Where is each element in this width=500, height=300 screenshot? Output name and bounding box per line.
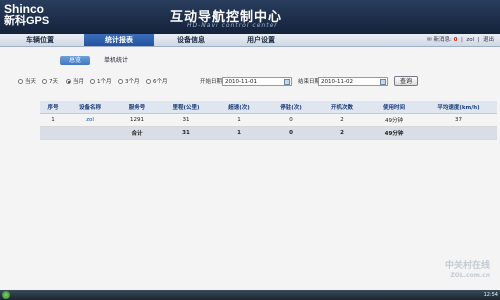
- device-name-link[interactable]: zol: [66, 113, 114, 127]
- radio-dot[interactable]: [118, 79, 123, 84]
- column-header: 开机次数: [316, 101, 368, 114]
- os-taskbar: 12:54: [0, 290, 500, 300]
- cell: 49分钟: [368, 126, 420, 140]
- calendar-icon[interactable]: [380, 79, 386, 85]
- message-count: 0: [453, 37, 458, 43]
- cell: 0: [266, 126, 316, 140]
- end-date-field[interactable]: 2010-11-02: [318, 77, 388, 86]
- range-today[interactable]: 当天: [18, 78, 36, 86]
- total-label: 合计: [114, 126, 160, 140]
- table-header-row: 序号 设备名称 服务号 里程(公里) 超速(次) 停驻(次) 开机次数 使用时间…: [40, 101, 497, 114]
- message-icon[interactable]: ✉: [427, 37, 432, 43]
- radio-dot-selected[interactable]: [66, 79, 71, 84]
- range-label: 1个月: [97, 79, 112, 85]
- column-header: 停驻(次): [266, 101, 316, 114]
- tab-single-device[interactable]: 单机统计: [96, 56, 136, 65]
- statistics-table: 序号 设备名称 服务号 里程(公里) 超速(次) 停驻(次) 开机次数 使用时间…: [40, 101, 497, 140]
- cell: 49分钟: [368, 113, 420, 127]
- range-1month[interactable]: 1个月: [90, 78, 112, 86]
- start-date-value: 2010-11-01: [225, 79, 257, 85]
- range-label: 3个月: [125, 79, 140, 85]
- messages-link[interactable]: 新消息: [434, 37, 451, 43]
- range-label: 6个月: [153, 79, 168, 85]
- end-date-value: 2010-11-02: [321, 79, 353, 85]
- cell: 2: [316, 113, 368, 127]
- column-header: 里程(公里): [160, 101, 212, 114]
- nav-user-settings[interactable]: 用户设置: [230, 34, 292, 46]
- cell: 37: [420, 113, 497, 127]
- column-header: 使用时间: [368, 101, 420, 114]
- cell: [420, 126, 497, 140]
- column-header: 序号: [40, 101, 66, 114]
- start-date-label: 开始日期: [200, 79, 223, 85]
- cell: 2: [316, 126, 368, 140]
- username: zol: [466, 37, 475, 43]
- watermark: 中关村在线 ZOL.com.cn: [445, 262, 490, 280]
- cell: 1: [212, 126, 266, 140]
- nav-device-info[interactable]: 设备信息: [160, 34, 222, 46]
- calendar-icon[interactable]: [284, 79, 290, 85]
- cell: 1: [212, 113, 266, 127]
- range-7days[interactable]: 7天: [42, 78, 58, 86]
- end-date-label: 结束日期: [298, 79, 321, 85]
- nav-statistics-report[interactable]: 统计报表: [84, 34, 154, 46]
- cell: [66, 126, 114, 140]
- watermark-line: ZOL.com.cn: [450, 272, 490, 279]
- start-button-icon[interactable]: [2, 291, 10, 299]
- tab-overview[interactable]: 总览: [60, 56, 90, 65]
- main-nav: 车辆位置 统计报表 设备信息 用户设置 ✉ 新消息: 0 | zol | 退出: [0, 34, 500, 47]
- start-date-field[interactable]: 2010-11-01: [222, 77, 292, 86]
- cell: 1: [40, 113, 66, 127]
- column-header: 设备名称: [66, 101, 114, 114]
- app-header: Shinco 新科GPS 互动导航控制中心 HD-Navi control ce…: [0, 0, 500, 34]
- radio-dot[interactable]: [90, 79, 95, 84]
- radio-dot[interactable]: [42, 79, 47, 84]
- brand-logo: Shinco 新科GPS: [4, 3, 49, 27]
- radio-dot[interactable]: [18, 79, 23, 84]
- query-button[interactable]: 查询: [394, 76, 418, 86]
- nav-vehicle-location[interactable]: 车辆位置: [10, 34, 70, 46]
- radio-dot[interactable]: [146, 79, 151, 84]
- watermark-line: 中关村在线: [444, 261, 490, 271]
- brand-product: 新科GPS: [4, 15, 50, 27]
- table-row: 1 zol 1291 31 1 0 2 49分钟 37: [40, 113, 497, 127]
- column-header: 服务号: [114, 101, 160, 114]
- cell: [40, 126, 66, 140]
- brand-name: Shinco: [4, 2, 45, 16]
- cell: 31: [160, 126, 212, 140]
- logout-link[interactable]: 退出: [483, 37, 494, 43]
- range-label: 当天: [25, 79, 37, 85]
- column-header: 平均速度(km/h): [420, 101, 497, 114]
- range-3months[interactable]: 3个月: [118, 78, 140, 86]
- cell: 0: [266, 113, 316, 127]
- range-label: 7天: [49, 79, 58, 85]
- range-6months[interactable]: 6个月: [146, 78, 168, 86]
- page-subtitle: HD-Navi control center: [187, 22, 278, 29]
- taskbar-clock: 12:54: [483, 292, 498, 298]
- column-header: 超速(次): [212, 101, 266, 114]
- table-total-row: 合计 31 1 0 2 49分钟: [40, 126, 497, 140]
- cell: 31: [160, 113, 212, 127]
- user-status: ✉ 新消息: 0 | zol | 退出: [427, 37, 494, 43]
- range-label: 当月: [73, 79, 85, 85]
- cell: 1291: [114, 113, 160, 127]
- range-this-month[interactable]: 当月: [66, 78, 84, 86]
